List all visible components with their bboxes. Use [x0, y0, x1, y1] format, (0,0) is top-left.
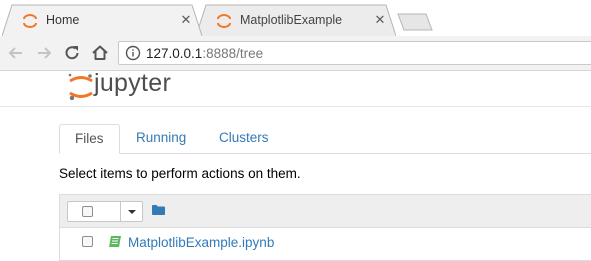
tab-files[interactable]: Files: [59, 124, 120, 154]
select-all-dropdown[interactable]: [67, 201, 143, 222]
file-list-header: [59, 194, 591, 227]
home-icon[interactable]: [90, 43, 110, 63]
forward-arrow-icon[interactable]: [34, 43, 54, 63]
jupyter-favicon-icon: [217, 14, 231, 28]
new-tab-icon: [397, 13, 433, 31]
tab-title: Home: [46, 13, 80, 27]
close-icon[interactable]: ✕: [372, 12, 388, 28]
header-divider: [0, 106, 591, 107]
reload-icon[interactable]: [62, 43, 82, 63]
address-bar[interactable]: 127.0.0.1:8888/tree: [118, 41, 591, 65]
info-icon[interactable]: [125, 45, 141, 61]
jupyter-logo-text: jupyter: [94, 69, 172, 97]
row-checkbox[interactable]: [82, 236, 93, 247]
list-item[interactable]: MatplotlibExample.ipynb: [59, 227, 591, 261]
browser-tab-matplotlibexample[interactable]: MatplotlibExample ✕: [196, 4, 396, 36]
url-path: :8888/tree: [202, 46, 264, 61]
folder-icon[interactable]: [152, 205, 165, 215]
select-all-checkbox[interactable]: [82, 206, 93, 217]
dropdown-caret-icon[interactable]: [128, 210, 136, 214]
browser-toolbar: 127.0.0.1:8888/tree: [0, 36, 591, 71]
dashboard-tabs: Files Running Clusters: [59, 124, 591, 154]
tab-title: MatplotlibExample: [240, 13, 343, 27]
select-divider: [120, 202, 121, 221]
jupyter-header: jupyter: [0, 69, 591, 105]
tab-running[interactable]: Running: [121, 124, 201, 153]
notebook-link[interactable]: MatplotlibExample.ipynb: [128, 235, 274, 250]
browser-tab-strip: MatplotlibExample ✕ Home ✕: [0, 0, 591, 36]
url-host: 127.0.0.1: [146, 46, 203, 61]
url-text: 127.0.0.1:8888/tree: [146, 46, 263, 61]
selection-hint: Select items to perform actions on them.: [59, 166, 301, 181]
notebook-icon: [109, 236, 121, 247]
back-arrow-icon[interactable]: [6, 43, 26, 63]
new-tab-button[interactable]: [394, 4, 434, 36]
jupyter-favicon-icon: [23, 14, 37, 28]
tab-clusters[interactable]: Clusters: [204, 124, 284, 153]
close-icon[interactable]: ✕: [178, 12, 194, 28]
browser-tab-home[interactable]: Home ✕: [2, 4, 202, 36]
